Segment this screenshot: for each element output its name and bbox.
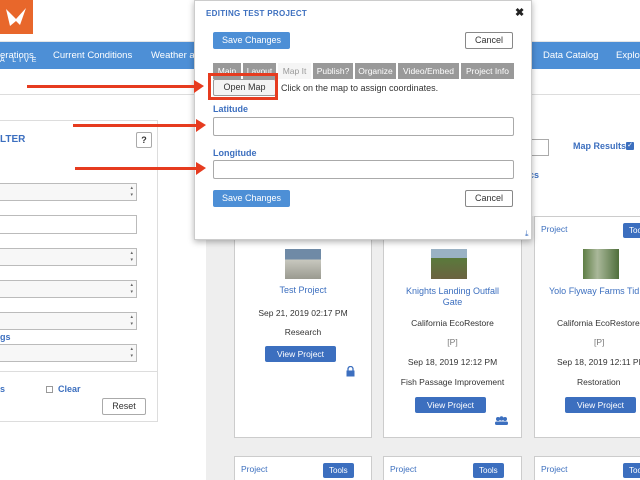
project-card-knights: Knights Landing Outfall Gate California … <box>383 216 522 438</box>
project-org: California EcoRestore <box>557 318 640 328</box>
tab-map-it[interactable]: Map It <box>278 63 311 79</box>
project-title[interactable]: Knights Landing Outfall Gate <box>384 286 521 308</box>
group-icon <box>495 416 508 425</box>
longitude-label: Longitude <box>213 148 257 158</box>
map-results-checkbox[interactable]: ✓ <box>626 142 634 150</box>
filter-panel: LTER ? gs s Clear Reset <box>0 120 158 422</box>
tools-button[interactable]: Tools <box>473 463 504 478</box>
filter-divider <box>0 371 157 372</box>
results-area: Test Project Sep 21, 2019 02:17 PM Resea… <box>206 216 640 480</box>
logo[interactable] <box>0 0 33 34</box>
filter-select-3[interactable] <box>0 280 137 298</box>
latitude-field[interactable] <box>213 117 514 136</box>
page: A LIVE erations Current Conditions Weath… <box>0 0 640 480</box>
filter-select-2[interactable] <box>0 248 137 266</box>
nav-operations[interactable]: erations <box>0 42 34 69</box>
tab-video-embed[interactable]: Video/Embed <box>398 63 459 79</box>
filter-select-5[interactable] <box>0 344 137 362</box>
filter-saved-link[interactable]: s <box>0 384 5 394</box>
bird-logo-icon <box>6 8 26 26</box>
help-button[interactable]: ? <box>136 132 152 148</box>
card-type-label: Project <box>241 464 268 474</box>
tab-publish[interactable]: Publish? <box>313 63 353 79</box>
project-date: Sep 18, 2019 12:12 PM <box>407 357 498 367</box>
project-title[interactable]: Test Project <box>235 285 371 296</box>
view-project-button[interactable]: View Project <box>415 397 486 413</box>
reset-button[interactable]: Reset <box>102 398 146 415</box>
project-card-yolo: Project Tools Yolo Flyway Farms Tid Habi… <box>534 216 640 438</box>
tools-button[interactable]: Tools <box>623 223 640 238</box>
nav-explore[interactable]: Explo <box>616 42 640 69</box>
filter-select-4[interactable] <box>0 312 137 330</box>
project-card-bottom-3: Project Tools <box>534 456 640 480</box>
save-changes-button-bottom[interactable]: Save Changes <box>213 190 290 207</box>
filter-settings-link[interactable]: gs <box>0 332 11 342</box>
project-category: Fish Passage Improvement <box>400 377 505 387</box>
download-icon[interactable]: ⤓ <box>525 229 529 239</box>
close-icon[interactable]: ✖ <box>515 6 524 19</box>
tab-organize[interactable]: Organize <box>355 63 396 79</box>
tools-button[interactable]: Tools <box>623 463 640 478</box>
arrow-longitude-icon <box>75 162 206 175</box>
arrow-latitude-icon <box>73 119 206 132</box>
highlight-box <box>208 73 278 100</box>
tools-button[interactable]: Tools <box>323 463 354 478</box>
tab-project-info[interactable]: Project Info <box>461 63 514 79</box>
project-org: California EcoRestore <box>411 318 494 328</box>
project-tag: [P] <box>594 337 605 347</box>
filter-text-input[interactable] <box>0 215 137 234</box>
project-category: Restoration <box>577 377 621 387</box>
lock-icon <box>346 366 355 377</box>
filter-title: LTER <box>0 134 26 145</box>
nav-weather[interactable]: Weather a <box>151 42 195 69</box>
project-thumbnail[interactable] <box>285 249 321 279</box>
arrow-open-map-icon <box>27 80 204 93</box>
clear-label[interactable]: Clear <box>58 384 81 394</box>
card-type-label: Project <box>541 464 568 474</box>
clear-checkbox[interactable] <box>46 386 53 393</box>
project-category: Research <box>284 327 322 337</box>
project-thumbnail[interactable] <box>431 249 467 279</box>
project-card-bottom-1: Project Tools <box>234 456 372 480</box>
modal-title: EDITING TEST PROJECT <box>206 9 308 18</box>
project-card-bottom-2: Project Tools <box>383 456 522 480</box>
nav-data-catalog[interactable]: Data Catalog <box>543 42 598 69</box>
filter-select-1[interactable] <box>0 183 137 201</box>
project-thumbnail[interactable] <box>583 249 619 279</box>
cancel-button-bottom[interactable]: Cancel <box>465 190 513 207</box>
latitude-label: Latitude <box>213 104 248 114</box>
logo-tagline: A LIVE <box>0 57 40 64</box>
map-hint: Click on the map to assign coordinates. <box>281 83 439 93</box>
cancel-button-top[interactable]: Cancel <box>465 32 513 49</box>
card-type-label: Project <box>390 464 417 474</box>
project-date: Sep 21, 2019 02:17 PM <box>258 308 348 318</box>
project-tag: [P] <box>447 337 458 347</box>
view-project-button[interactable]: View Project <box>265 346 336 362</box>
project-date: Sep 18, 2019 12:11 PM <box>557 357 640 367</box>
nav-current-conditions[interactable]: Current Conditions <box>53 42 132 69</box>
card-type-label: Project <box>541 224 568 234</box>
map-results-label[interactable]: Map Results <box>573 141 626 151</box>
longitude-field[interactable] <box>213 160 514 179</box>
save-changes-button-top[interactable]: Save Changes <box>213 32 290 49</box>
edit-project-modal: EDITING TEST PROJECT ✖ Save Changes Canc… <box>194 0 532 240</box>
project-title[interactable]: Yolo Flyway Farms Tid Habitat Restoratio… <box>549 286 640 297</box>
project-card-test: Test Project Sep 21, 2019 02:17 PM Resea… <box>234 216 372 438</box>
view-project-button[interactable]: View Project <box>565 397 636 413</box>
